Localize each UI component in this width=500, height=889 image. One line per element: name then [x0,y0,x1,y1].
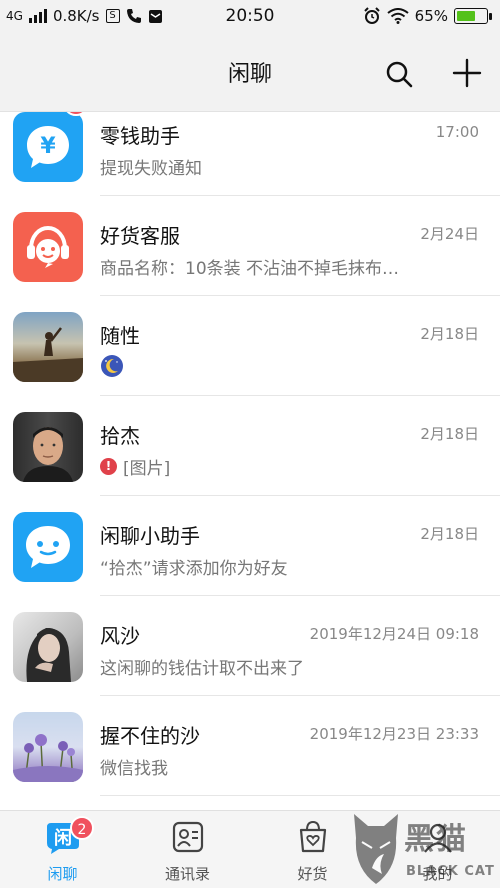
chat-name: 随性 [100,324,140,348]
status-bar: 4G 0.8K/s S 20:50 65% [0,0,500,34]
chat-bubble-icon [13,512,83,582]
photo-sunset [13,312,83,382]
chat-row-shijie[interactable]: 拾杰 2月18日 ! [图片] [0,396,500,496]
cat-logo-icon [354,814,398,884]
support-icon [13,212,83,282]
chat-preview-text: 提现失败通知 [100,159,202,179]
chat-preview: 微信找我 [100,754,480,779]
black-cat-watermark: 黑猫 BLACK CAT [348,806,500,888]
tab-label: 通讯录 [164,865,210,883]
chat-row-customer-service[interactable]: 好货客服 2月24日 商品名称：10条装 不沾油不掉毛抹布… [0,196,500,296]
chat-name: 拾杰 [100,424,140,448]
watermark-subtitle: BLACK CAT [406,864,495,879]
battery-percent: 65% [414,7,448,25]
chat-row-assistant[interactable]: 闲聊小助手 2月18日 “拾杰”请求添加你为好友 [0,496,500,596]
chat-preview: 商品名称：10条装 不沾油不掉毛抹布… [100,254,480,279]
tab-chat[interactable]: 闲 2 闲聊 [0,811,125,889]
search-icon[interactable] [383,58,415,90]
chat-time: 2019年12月24日 09:18 [309,625,479,643]
chat-row-wallet-assistant[interactable]: ¥ 2 零钱助手 17:00 提现失败通知 [0,112,500,196]
chat-row-suixing[interactable]: 随性 2月18日 🌛 [0,296,500,396]
chat-preview-text: “拾杰”请求添加你为好友 [100,559,288,579]
chat-row-fengsha[interactable]: 风沙 2019年12月24日 09:18 这闲聊的钱估计取不出来了 [0,596,500,696]
battery-icon [454,8,492,24]
app-header: 闲聊 [0,34,500,112]
chat-name: 好货客服 [100,224,180,248]
chat-preview-text: [图片] [123,459,171,479]
watermark-title: 黑猫 [404,822,468,857]
chat-name: 握不住的沙 [100,724,200,748]
chat-name: 风沙 [100,624,140,648]
contacts-icon [172,821,204,853]
photo-woman [13,612,83,682]
divider [100,795,500,796]
wallet-icon: ¥ [13,112,83,182]
chat-time: 2月18日 [420,425,479,443]
chat-preview: 🌛 [100,354,480,378]
send-failed-icon[interactable]: ! [100,458,117,475]
chat-time: 17:00 [435,123,479,141]
chat-row-wobuzhu[interactable]: 握不住的沙 2019年12月23日 23:33 微信找我 [0,696,500,796]
photo-portrait [13,412,83,482]
chat-preview-text: 商品名称：10条装 不沾油不掉毛抹布… [100,259,400,279]
chat-preview: 这闲聊的钱估计取不出来了 [100,654,480,679]
shopping-bag-icon [299,820,327,853]
chat-time: 2月24日 [420,225,479,243]
tab-label: 闲聊 [47,865,78,883]
chat-preview: “拾杰”请求添加你为好友 [100,554,480,579]
chat-time: 2019年12月23日 23:33 [309,725,479,743]
chat-time: 2月18日 [420,525,479,543]
chat-preview: 提现失败通知 [100,154,480,179]
alarm-icon [363,7,380,24]
add-icon[interactable] [450,56,484,90]
tab-contacts[interactable]: 通讯录 [125,811,250,889]
chat-preview-text: 微信找我 [100,759,168,779]
chat-time: 2月18日 [420,325,479,343]
page-title: 闲聊 [227,62,272,87]
svg-text:¥: ¥ [40,134,56,159]
chat-list: ¥ 2 零钱助手 17:00 提现失败通知 好货客服 2月24日 商品名称：10… [0,112,500,810]
wifi-icon [387,8,409,24]
chat-preview-text: 这闲聊的钱估计取不出来了 [100,659,304,679]
photo-flowers [13,712,83,782]
chat-preview: ! [图片] [100,454,480,479]
status-right: 65% [363,7,492,25]
moon-emoji-icon [101,355,123,377]
chat-name: 零钱助手 [100,124,180,148]
chat-name: 闲聊小助手 [100,524,200,548]
tab-unread-badge: 2 [70,816,94,840]
